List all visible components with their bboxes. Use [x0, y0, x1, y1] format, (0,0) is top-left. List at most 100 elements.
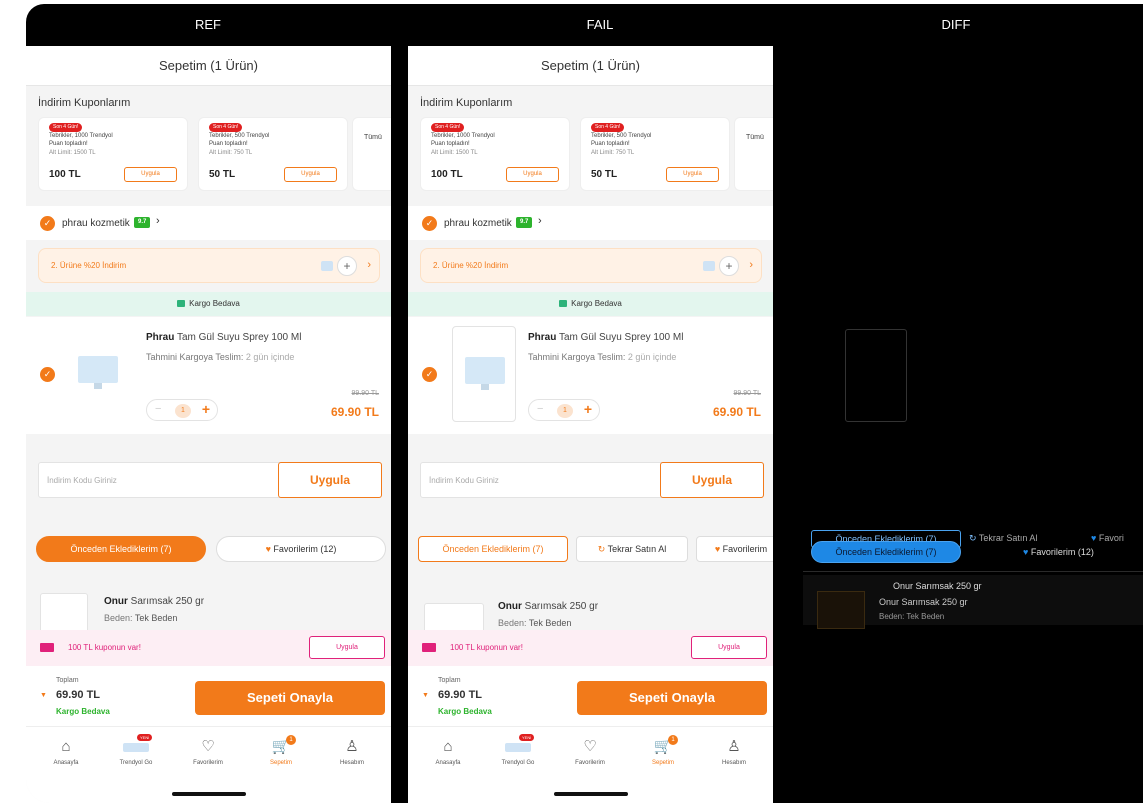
coupons-all-card[interactable]: Tümü: [734, 117, 773, 191]
cart-summary: Toplam ▼ 69.90 TL Kargo Bedava Sepeti On…: [26, 666, 391, 726]
summary-shipping: Kargo Bedava: [56, 707, 110, 716]
promo-banner[interactable]: 2. Ürüne %20 İndirim + ›: [420, 248, 762, 283]
page-title: Sepetim (1 Ürün): [408, 46, 773, 86]
discount-apply-button[interactable]: Uygula: [660, 462, 764, 498]
plus-icon[interactable]: +: [584, 401, 592, 417]
confirm-cart-button[interactable]: Sepeti Onayla: [195, 681, 385, 715]
reco-item[interactable]: Onur Sarımsak 250 gr Beden: Tek Beden: [26, 571, 391, 643]
coupon-card[interactable]: Son 4 Gün! Tebrikler, 500 Trendyol Puan …: [580, 117, 730, 191]
coupon-line1: Tebrikler, 500 Trendyol: [591, 133, 652, 139]
minus-icon[interactable]: −: [537, 403, 543, 415]
chevron-right-icon: ›: [156, 215, 160, 227]
price: 69.90 TL: [330, 405, 379, 419]
product-title: Tam Gül Suyu Sprey 100 Ml: [558, 332, 684, 343]
tab-previously-added[interactable]: Önceden Eklediklerim (7): [418, 536, 568, 562]
coupon-card[interactable]: Son 4 Gün! Tebrikler, 500 Trendyol Puan …: [198, 117, 348, 191]
tabbar-go[interactable]: YENİ Trendyol Go: [104, 734, 168, 766]
discount-code-input[interactable]: İndirim Kodu Giriniz: [429, 476, 499, 485]
chevron-down-icon[interactable]: ▼: [40, 692, 47, 699]
tabbar-go[interactable]: YENİ Trendyol Go: [486, 734, 550, 766]
coupon-apply-button[interactable]: Uygula: [284, 167, 337, 182]
quantity-stepper[interactable]: − 1 +: [146, 399, 218, 421]
home-icon: ⌂: [61, 738, 71, 755]
tabbar-cart[interactable]: 🛒 1 Sepetim: [249, 735, 313, 766]
cart-product: ✓ Phrau Tam Gül Suyu Sprey 100 Ml Tahmin…: [26, 317, 391, 434]
product-title: Tam Gül Suyu Sprey 100 Ml: [176, 332, 302, 343]
tabbar-cart[interactable]: 🛒 1 Sepetim: [631, 735, 695, 766]
tabbar-favorites[interactable]: ♡ Favorilerim: [558, 737, 622, 766]
coupon-apply-button[interactable]: Uygula: [506, 167, 559, 182]
tab-rebuy-label: Tekrar Satın Al: [607, 544, 667, 554]
reco-size: Beden: Tek Beden: [104, 613, 177, 623]
coupon-card[interactable]: Son 4 Gün! Tebrikler, 1000 Trendyol Puan…: [420, 117, 570, 191]
discount-code-field[interactable]: İndirim Kodu Giriniz Uygula: [38, 462, 382, 498]
tab-rebuy[interactable]: ↻ Tekrar Satın Al: [576, 536, 688, 562]
free-shipping-banner: Kargo Bedava: [408, 292, 773, 316]
cart-count-badge: 1: [668, 735, 678, 745]
product-checkbox-icon[interactable]: ✓: [422, 367, 437, 382]
tab-favorites-label: Favorilerim (12): [273, 544, 337, 554]
total-value: 69.90 TL: [438, 689, 483, 701]
plus-icon[interactable]: +: [719, 256, 739, 276]
tabbar-label: Anasayfa: [53, 760, 79, 766]
chevron-down-icon[interactable]: ▼: [422, 692, 429, 699]
heart-icon: ♥: [714, 544, 721, 554]
cart-product: ✓ Phrau Tam Gül Suyu Sprey 100 Ml Tahmin…: [408, 317, 773, 434]
tabbar-account[interactable]: ♙ Hesabım: [320, 737, 384, 766]
coupon-bar-apply-button[interactable]: Uygula: [691, 636, 767, 659]
reco-size-value: Tek Beden: [528, 618, 572, 628]
tabbar-label: Anasayfa: [435, 760, 461, 766]
tabbar-favorites[interactable]: ♡ Favorilerim: [176, 737, 240, 766]
coupon-tag-icon: [422, 643, 436, 652]
fail-screen: Sepetim (1 Ürün) İndirim Kuponlarım Son …: [408, 46, 773, 803]
tabbar-account[interactable]: ♙ Hesabım: [702, 737, 766, 766]
panel-title-fail: FAIL: [586, 17, 614, 32]
discount-code-input[interactable]: İndirim Kodu Giriniz: [47, 476, 117, 485]
delivery-estimate: Tahmini Kargoya Teslim: 2 gün içinde: [146, 352, 294, 362]
seller-row[interactable]: ✓ phrau kozmetik 9.7 ›: [408, 206, 773, 240]
product-checkbox-icon[interactable]: ✓: [40, 367, 55, 382]
coupon-bar-text: 100 TL kuponun var!: [68, 643, 141, 652]
product-image[interactable]: [452, 326, 516, 422]
user-icon: ♙: [345, 738, 359, 755]
monitor-icon: [465, 357, 505, 390]
tabbar-home[interactable]: ⌂ Anasayfa: [416, 737, 480, 766]
delivery-label: Tahmini Kargoya Teslim:: [528, 352, 626, 362]
coupon-bar-apply-button[interactable]: Uygula: [309, 636, 385, 659]
confirm-cart-button[interactable]: Sepeti Onayla: [577, 681, 767, 715]
seller-checkbox-icon[interactable]: ✓: [422, 216, 437, 231]
coupon-card[interactable]: Son 4 Gün! Tebrikler, 1000 Trendyol Puan…: [38, 117, 188, 191]
coupon-apply-button[interactable]: Uygula: [666, 167, 719, 182]
tabbar-home[interactable]: ⌂ Anasayfa: [34, 737, 98, 766]
tab-previously-added[interactable]: Önceden Eklediklerim (7): [36, 536, 206, 562]
product-name[interactable]: Phrau Tam Gül Suyu Sprey 100 Ml: [146, 332, 301, 343]
coupons-all-card[interactable]: Tümü: [352, 117, 391, 191]
reco-name: Onur Sarımsak 250 gr: [104, 596, 204, 607]
coupon-badge: Son 4 Gün!: [431, 123, 465, 132]
seller-checkbox-icon[interactable]: ✓: [40, 216, 55, 231]
quantity-stepper[interactable]: − 1 +: [528, 399, 600, 421]
delivery-value: 2 gün içinde: [627, 352, 677, 362]
minus-icon[interactable]: −: [155, 403, 161, 415]
product-image[interactable]: [66, 326, 130, 422]
tab-favorites[interactable]: ♥ Favorilerim (12): [216, 536, 386, 562]
discount-code-field[interactable]: İndirim Kodu Giriniz Uygula: [420, 462, 764, 498]
diff-reco-name: Onur Sarımsak 250 gr: [893, 581, 982, 591]
chevron-right-icon: ›: [538, 215, 542, 227]
discount-apply-button[interactable]: Uygula: [278, 462, 382, 498]
product-name[interactable]: Phrau Tam Gül Suyu Sprey 100 Ml: [528, 332, 683, 343]
plus-icon[interactable]: +: [337, 256, 357, 276]
free-shipping-label: Kargo Bedava: [189, 299, 240, 308]
promo-text: 2. Ürüne %20 İndirim: [51, 261, 127, 270]
reco-brand: Onur: [498, 601, 522, 612]
coupon-apply-button[interactable]: Uygula: [124, 167, 177, 182]
tab-favorites[interactable]: ♥ Favorilerim: [696, 536, 773, 562]
reco-brand: Onur: [104, 596, 128, 607]
plus-icon[interactable]: +: [202, 401, 210, 417]
heart-icon: ♥: [1023, 547, 1029, 557]
reco-title: Sarımsak 250 gr: [130, 596, 205, 607]
coupons-all-label: Tümü: [364, 134, 382, 141]
promo-banner[interactable]: 2. Ürüne %20 İndirim + ›: [38, 248, 380, 283]
coupon-line2: Puan topladın!: [49, 141, 88, 147]
seller-row[interactable]: ✓ phrau kozmetik 9.7 ›: [26, 206, 391, 240]
